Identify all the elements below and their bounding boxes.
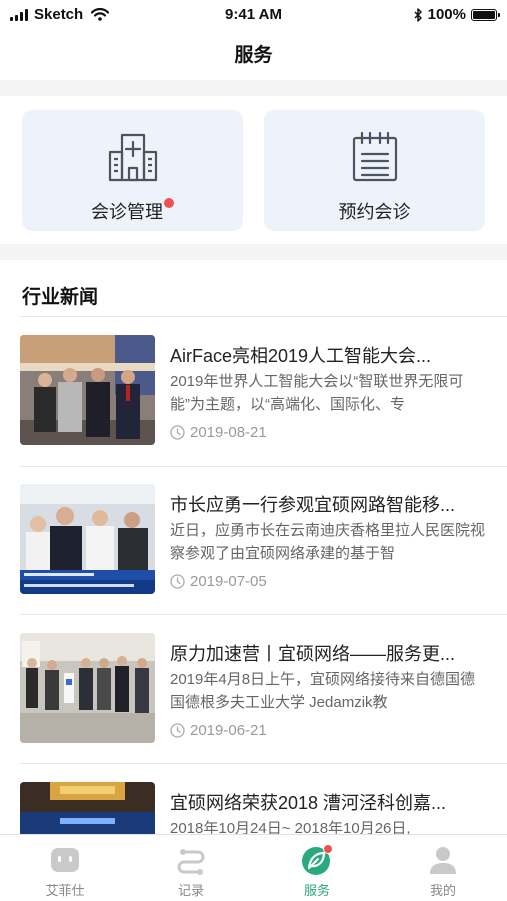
consultation-management-label: 会诊管理 xyxy=(22,198,243,224)
news-photo-group xyxy=(20,633,155,743)
notification-badge xyxy=(164,198,174,208)
news-date: 2019-07-05 xyxy=(170,573,267,590)
consultation-management-card[interactable]: 会诊管理 xyxy=(22,110,243,231)
clock-icon xyxy=(170,425,185,440)
record-icon xyxy=(177,849,205,875)
news-title: 宜硕网络荣获2018 漕河泾科创嘉... xyxy=(170,793,447,813)
service-leaf-icon xyxy=(302,844,333,875)
news-thumbnail xyxy=(20,484,155,594)
news-title: 市长应勇一行参观宜硕网路智能移... xyxy=(170,495,456,515)
tab-label: 我的 xyxy=(429,883,456,898)
tab-label: 艾菲仕 xyxy=(45,883,85,898)
news-date-text: 2019-06-21 xyxy=(190,722,267,739)
news-date: 2019-06-21 xyxy=(170,722,267,739)
appointment-consultation-card[interactable]: 预约会诊 xyxy=(264,110,485,231)
news-summary: 2019年4月8日上午，宜硕网络接待来自德国德国德根多夫工业大学 Jedamzi… xyxy=(170,671,476,711)
tab-bar: 艾菲仕 记录 服务 我的 xyxy=(0,834,507,901)
news-title: 原力加速营丨宜硕网络——服务更... xyxy=(170,644,456,664)
bluetooth-icon xyxy=(414,7,422,22)
divider xyxy=(20,763,507,764)
status-right: 100% xyxy=(414,6,500,23)
news-thumbnail xyxy=(20,782,155,834)
tab-mine[interactable]: 我的 xyxy=(380,835,506,901)
section-gap xyxy=(0,244,507,260)
robot-icon xyxy=(51,848,79,872)
tab-records[interactable]: 记录 xyxy=(128,835,254,901)
tab-label: 记录 xyxy=(177,883,204,898)
news-summary: 近日，应勇市长在云南迪庆香格里拉人民医院视察参观了由宜硕网络承建的基于智 xyxy=(170,522,486,562)
news-date: 2019-08-21 xyxy=(170,424,267,441)
battery-icon xyxy=(471,8,500,21)
hospital-icon xyxy=(108,133,157,182)
clock-icon xyxy=(170,723,185,738)
news-photo-award xyxy=(20,782,155,834)
tab-label: 服务 xyxy=(303,883,330,898)
calendar-icon xyxy=(352,131,397,182)
user-icon xyxy=(430,847,456,874)
news-date-text: 2019-08-21 xyxy=(190,424,267,441)
appointment-consultation-label: 预约会诊 xyxy=(338,202,411,222)
news-date-text: 2019-07-05 xyxy=(190,573,267,590)
section-gap xyxy=(0,80,507,96)
divider xyxy=(20,614,507,615)
news-summary: 2019年世界人工智能大会以“智联世界无限可能”为主题，以“高端化、国际化、专 xyxy=(170,373,464,413)
news-title: AirFace亮相2019人工智能大会... xyxy=(170,346,432,366)
news-photo-conference xyxy=(20,335,155,445)
divider xyxy=(20,466,507,467)
news-summary: 2018年10月24日~ 2018年10月26日, xyxy=(170,820,411,834)
battery-percent: 100% xyxy=(427,6,466,23)
tab-aifeishi[interactable]: 艾菲仕 xyxy=(2,835,128,901)
news-thumbnail xyxy=(20,633,155,743)
news-thumbnail xyxy=(20,335,155,445)
status-bar: Sketch 9:41 AM 100% xyxy=(0,0,507,30)
section-title-industry-news: 行业新闻 xyxy=(22,287,99,308)
news-photo-visit xyxy=(20,484,155,594)
page-title: 服务 xyxy=(234,45,273,66)
divider xyxy=(20,316,507,317)
clock-icon xyxy=(170,574,185,589)
tab-service[interactable]: 服务 xyxy=(254,835,380,901)
